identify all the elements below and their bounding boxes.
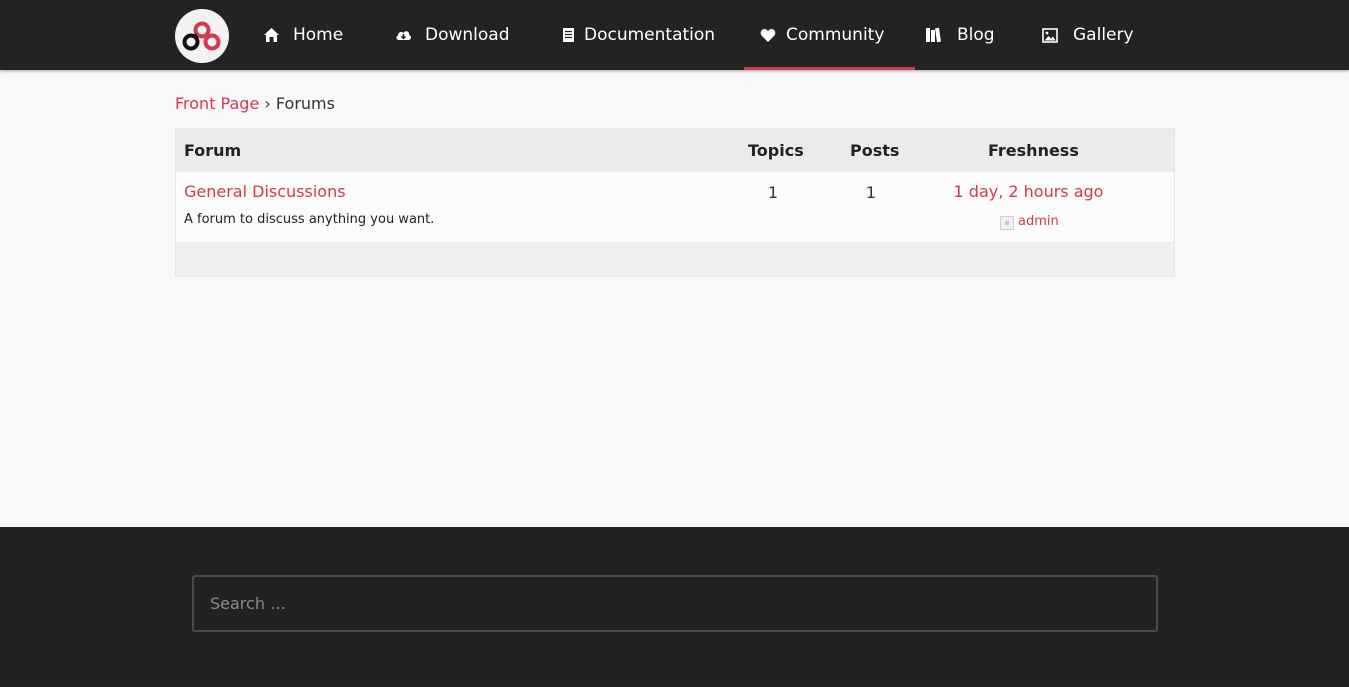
top-navigation-bar: Home Download Documentation Community Bl… <box>0 0 1349 70</box>
breadcrumb-front-page-link[interactable]: Front Page <box>175 94 259 113</box>
author-link[interactable]: admin <box>1018 214 1059 229</box>
image-icon <box>1042 27 1058 43</box>
home-icon <box>263 27 280 43</box>
freshness-link[interactable]: 1 day, 2 hours ago <box>936 182 1121 201</box>
column-header-topics: Topics <box>748 141 804 160</box>
nav-item-label: Gallery <box>1073 25 1134 45</box>
books-icon <box>925 27 941 43</box>
site-logo-icon <box>182 21 221 51</box>
site-logo[interactable] <box>175 9 229 63</box>
forum-description: A forum to discuss anything you want. <box>184 212 435 227</box>
nav-item-label: Community <box>786 25 885 45</box>
nav-item-label: Blog <box>957 25 995 45</box>
forum-table-footer <box>176 243 1174 276</box>
nav-item-label: Download <box>425 25 510 45</box>
breadcrumb: Front Page › Forums <box>175 94 335 113</box>
heart-icon <box>760 28 776 43</box>
column-header-forum: Forum <box>184 141 242 160</box>
nav-item-label: Home <box>293 25 344 45</box>
nav-item-download[interactable]: Download <box>395 0 525 70</box>
posts-count: 1 <box>865 183 877 202</box>
breadcrumb-separator: › <box>264 94 271 113</box>
nav-item-documentation[interactable]: Documentation <box>562 0 722 70</box>
forum-table-header: Forum Topics Posts Freshness <box>176 129 1174 172</box>
site-footer <box>0 527 1349 687</box>
topics-count: 1 <box>767 183 779 202</box>
cloud-download-icon <box>395 28 412 42</box>
nav-item-home[interactable]: Home <box>263 0 363 70</box>
nav-item-gallery[interactable]: Gallery <box>1042 0 1142 70</box>
document-icon <box>562 27 575 43</box>
nav-item-label: Documentation <box>584 25 716 45</box>
table-row: General Discussions A forum to discuss a… <box>176 172 1174 243</box>
nav-item-blog[interactable]: Blog <box>925 0 1005 70</box>
column-header-freshness: Freshness <box>988 141 1079 160</box>
forum-table: Forum Topics Posts Freshness General Dis… <box>175 128 1175 277</box>
nav-item-community[interactable]: Community <box>744 0 915 70</box>
freshness-author: admin <box>1000 212 1059 230</box>
search-input[interactable] <box>192 575 1158 632</box>
breadcrumb-current: Forums <box>275 94 335 113</box>
column-header-posts: Posts <box>850 141 900 160</box>
avatar <box>1000 216 1014 230</box>
forum-title-link[interactable]: General Discussions <box>184 182 346 201</box>
